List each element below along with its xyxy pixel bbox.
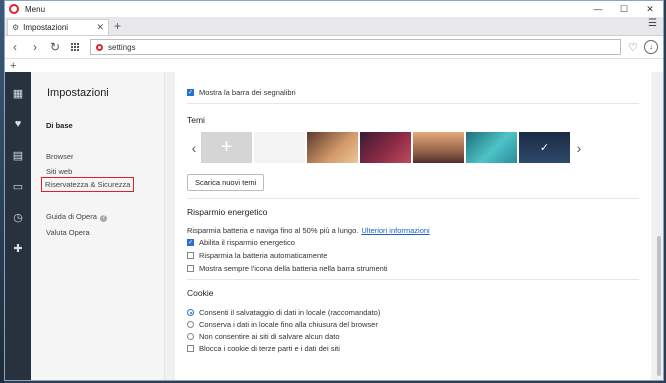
- cookie-option-row[interactable]: Blocca i cookie di terze parti e i dati …: [187, 344, 340, 353]
- menu-item-siti-web[interactable]: Siti web: [46, 167, 72, 176]
- bookmarks-bar-label: Mostra la barra dei segnalibri: [199, 88, 296, 97]
- option-label: Mostra sempre l'icona della batteria nel…: [199, 264, 388, 273]
- bookmarks-bar-checkbox[interactable]: ✓: [187, 89, 194, 96]
- add-theme-thumb[interactable]: +: [201, 132, 252, 163]
- window-title[interactable]: Menu: [25, 5, 45, 14]
- settings-menu: Impostazioni Di base Browser Siti web Ri…: [31, 72, 165, 380]
- energy-option-row[interactable]: ✓ Abilita il risparmio energetico: [187, 238, 295, 247]
- option-label: Abilita il risparmio energetico: [199, 238, 295, 247]
- download-icon[interactable]: ↓: [644, 40, 658, 54]
- scrollbar[interactable]: [655, 72, 663, 380]
- maximize-button[interactable]: ☐: [611, 1, 637, 17]
- option-label: Risparmia la batteria automaticamente: [199, 251, 328, 260]
- new-tab-button[interactable]: +: [114, 19, 121, 35]
- speed-dial-icon[interactable]: [71, 42, 80, 52]
- themes-carousel: ‹ + ✓ ›: [187, 132, 586, 163]
- history-clock-icon[interactable]: ◷: [5, 211, 31, 242]
- cookie-session-radio[interactable]: [187, 321, 194, 328]
- tab-settings[interactable]: ⚙ Impostazioni ✕: [7, 19, 109, 35]
- scrollbar-thumb[interactable]: [657, 236, 661, 376]
- theme-thumb[interactable]: [413, 132, 464, 163]
- opera-logo-icon[interactable]: [9, 4, 19, 14]
- reload-button[interactable]: ↻: [45, 40, 65, 54]
- url-text[interactable]: settings: [108, 43, 136, 52]
- close-button[interactable]: ✕: [637, 1, 663, 17]
- cookie-option-row[interactable]: Consenti il salvataggio di dati in local…: [187, 308, 380, 317]
- energy-description: Risparmia batteria e naviga fino al 50% …: [187, 226, 430, 235]
- themes-title: Temi: [187, 115, 205, 125]
- cookie-block-radio[interactable]: [187, 333, 194, 340]
- url-field[interactable]: settings: [90, 39, 622, 55]
- option-label: Non consentire ai siti di salvare alcun …: [199, 332, 340, 341]
- minimize-button[interactable]: —: [585, 1, 611, 17]
- opera-sidebar: ▦ ♥ ▤ ▭ ◷ ✚: [5, 72, 31, 380]
- speed-dial-sidebar-icon[interactable]: ▦: [5, 87, 31, 118]
- theme-thumb[interactable]: [254, 132, 305, 163]
- forward-button[interactable]: ›: [25, 40, 45, 54]
- help-icon: ?: [99, 215, 107, 222]
- devices-icon[interactable]: ▭: [5, 180, 31, 211]
- energy-saver-checkbox[interactable]: ✓: [187, 239, 194, 246]
- selected-theme-thumb[interactable]: ✓: [519, 132, 570, 163]
- more-info-link[interactable]: Ulteriori informazioni: [361, 226, 429, 235]
- divider: [187, 103, 639, 104]
- settings-title: Impostazioni: [47, 87, 109, 99]
- option-label: Conserva i dati in locale fino alla chiu…: [199, 320, 378, 329]
- tab-menu-icon[interactable]: ☰: [648, 18, 657, 29]
- window-controls: — ☐ ✕: [585, 1, 663, 17]
- bookmarks-bar-row[interactable]: ✓ Mostra la barra dei segnalibri: [187, 88, 296, 97]
- page-content: ▦ ♥ ▤ ▭ ◷ ✚ Impostazioni Di base Browser…: [5, 72, 663, 380]
- menu-item-riservatezza[interactable]: Riservatezza & Sicurezza: [41, 177, 135, 192]
- menu-item-di-base[interactable]: Di base: [46, 121, 73, 130]
- cookie-option-row[interactable]: Non consentire ai siti di salvare alcun …: [187, 332, 340, 341]
- browser-window: Menu — ☐ ✕ ⚙ Impostazioni ✕ + ☰ ‹ › ↻ se…: [4, 0, 664, 381]
- chevron-right-icon[interactable]: ›: [572, 140, 586, 156]
- back-button[interactable]: ‹: [5, 40, 25, 54]
- guida-label: Guida di Opera: [46, 212, 97, 221]
- gear-icon: ⚙: [12, 23, 20, 32]
- menu-item-browser[interactable]: Browser: [46, 152, 74, 161]
- battery-icon-checkbox[interactable]: [187, 265, 194, 272]
- theme-thumb[interactable]: [360, 132, 411, 163]
- news-icon[interactable]: ▤: [5, 149, 31, 180]
- theme-thumb[interactable]: [466, 132, 517, 163]
- cookie-allow-radio[interactable]: [187, 309, 194, 316]
- bookmark-heart-icon[interactable]: ♡: [628, 41, 638, 54]
- energy-title: Risparmio energetico: [187, 207, 268, 217]
- settings-card: ✓ Mostra la barra dei segnalibri Temi ‹ …: [175, 72, 651, 380]
- energy-option-row[interactable]: Mostra sempre l'icona della batteria nel…: [187, 264, 388, 273]
- cookies-title: Cookie: [187, 288, 214, 298]
- title-bar: Menu — ☐ ✕: [5, 1, 663, 17]
- auto-battery-checkbox[interactable]: [187, 252, 194, 259]
- tab-bar: ⚙ Impostazioni ✕ + ☰: [5, 17, 663, 36]
- opera-url-icon: [96, 43, 103, 51]
- download-themes-button[interactable]: Scarica nuovi temi: [187, 174, 265, 191]
- divider: [187, 279, 639, 280]
- cookie-option-row[interactable]: Conserva i dati in locale fino alla chiu…: [187, 320, 378, 329]
- extensions-icon[interactable]: ✚: [5, 242, 31, 273]
- theme-thumb[interactable]: [307, 132, 358, 163]
- option-label: Consenti il salvataggio di dati in local…: [199, 308, 381, 317]
- option-label: Blocca i cookie di terze parti e i dati …: [199, 344, 340, 353]
- divider: [187, 198, 639, 199]
- energy-option-row[interactable]: Risparmia la batteria automaticamente: [187, 251, 327, 260]
- address-bar: ‹ › ↻ settings ♡ ↓: [5, 36, 663, 59]
- bookmarks-heart-icon[interactable]: ♥: [5, 118, 31, 149]
- menu-item-valuta[interactable]: Valuta Opera: [46, 228, 90, 237]
- tab-label: Impostazioni: [23, 23, 69, 32]
- add-bookmark-button[interactable]: +: [10, 60, 16, 72]
- energy-description-text: Risparmia batteria e naviga fino al 50% …: [187, 226, 359, 235]
- close-tab-icon[interactable]: ✕: [96, 22, 104, 33]
- settings-main: ✓ Mostra la barra dei segnalibri Temi ‹ …: [165, 72, 663, 380]
- menu-item-guida[interactable]: Guida di Opera?: [46, 212, 107, 222]
- chevron-left-icon[interactable]: ‹: [187, 140, 201, 156]
- third-party-cookies-checkbox[interactable]: [187, 345, 194, 352]
